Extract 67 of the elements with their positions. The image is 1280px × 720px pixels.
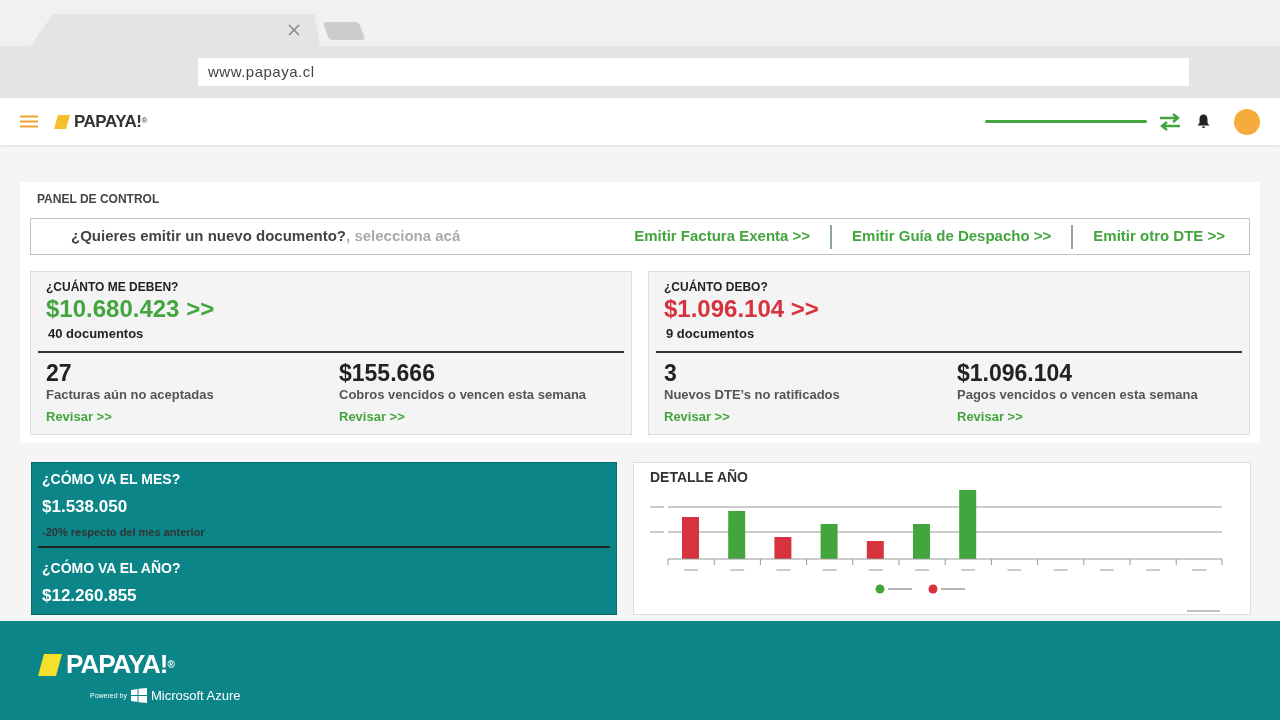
stat-value: $1.096.104 bbox=[957, 360, 1074, 385]
stat-label: Nuevos DTE’s no ratificados bbox=[664, 385, 841, 404]
stat-label: Facturas aún no aceptadas bbox=[46, 385, 215, 404]
progress-title: ¿CÓMO VA EL MES? bbox=[41, 469, 182, 490]
chart-bar bbox=[959, 490, 977, 560]
progress-note: -20% respecto del mes anterior bbox=[41, 524, 206, 540]
card-title: ¿CUÁNTO DEBO? bbox=[663, 278, 769, 296]
swap-arrows-icon[interactable] bbox=[1159, 112, 1181, 131]
tick-label-placeholder bbox=[1006, 569, 1022, 571]
tick-label-placeholder bbox=[1191, 569, 1207, 571]
chart-bar bbox=[866, 541, 884, 560]
review-link[interactable]: Revisar >> bbox=[957, 409, 1023, 425]
tick-label-placeholder bbox=[822, 569, 838, 571]
tick-label-placeholder bbox=[868, 569, 884, 571]
tick-label-placeholder bbox=[1053, 569, 1069, 571]
tick-label-placeholder bbox=[729, 569, 745, 571]
amount-link[interactable]: $1.096.104 >> bbox=[656, 296, 819, 323]
stat-label: Pagos vencidos o vencen esta semana bbox=[957, 385, 1199, 404]
logo-icon bbox=[38, 653, 62, 676]
windows-logo-icon bbox=[130, 688, 147, 704]
progress-title: ¿CÓMO VA EL AÑO? bbox=[41, 558, 182, 579]
review-link[interactable]: Revisar >> bbox=[339, 409, 405, 425]
amount-link[interactable]: $10.680.423 >> bbox=[38, 296, 215, 323]
platform-name: Microsoft Azure bbox=[150, 687, 241, 705]
action-link[interactable]: Emitir Guía de Despacho >> bbox=[852, 225, 1052, 248]
chart-bar bbox=[774, 537, 792, 560]
progress-value: $1.538.050 bbox=[41, 496, 129, 519]
prompt-text: ¿Quieres emitir un nuevo documento?, selecciona acá bbox=[71, 226, 461, 247]
legend-line bbox=[940, 588, 966, 590]
stat-value: 27 bbox=[46, 360, 73, 385]
action-link[interactable]: Emitir otro DTE >> bbox=[1093, 225, 1225, 248]
legend-dot bbox=[875, 584, 885, 594]
progress-value: $12.260.855 bbox=[41, 585, 138, 608]
menu-icon[interactable] bbox=[20, 115, 38, 128]
stat-label: Cobros vencidos o vencen esta semana bbox=[339, 385, 588, 404]
address-bar[interactable]: www.papaya.cl bbox=[198, 58, 1189, 86]
stat-value: 3 bbox=[664, 360, 678, 385]
chart-title: DETALLE AÑO bbox=[650, 468, 749, 488]
close-icon[interactable] bbox=[288, 24, 300, 36]
review-link[interactable]: Revisar >> bbox=[664, 409, 730, 425]
card-title: ¿CUÁNTO ME DEBEN? bbox=[45, 278, 180, 296]
chart-bar bbox=[682, 517, 699, 560]
panel-title: PANEL DE CONTROL bbox=[36, 191, 161, 208]
logo-icon bbox=[54, 114, 70, 129]
document-count: 40 documentos bbox=[47, 325, 145, 343]
new-tab-button[interactable] bbox=[322, 22, 366, 40]
y-tick-placeholder bbox=[650, 506, 665, 533]
tick-label-placeholder bbox=[960, 569, 976, 571]
chart-bar bbox=[728, 511, 746, 560]
footer-logo: PAPAYA!$^{®}$ bbox=[66, 648, 174, 681]
tick-label-placeholder bbox=[914, 569, 930, 571]
action-link[interactable]: Emitir Factura Exenta >> bbox=[634, 225, 811, 248]
legend-line bbox=[887, 588, 913, 590]
tick-label-placeholder bbox=[775, 569, 791, 571]
footer-rule bbox=[1186, 610, 1221, 612]
avatar[interactable] bbox=[1234, 108, 1260, 135]
chart-bar bbox=[820, 524, 838, 560]
tick-label-placeholder bbox=[1099, 569, 1115, 571]
tick-label-placeholder bbox=[1145, 569, 1161, 571]
document-count: 9 documentos bbox=[665, 325, 756, 343]
legend-dot bbox=[928, 584, 938, 594]
bell-icon[interactable] bbox=[1197, 114, 1210, 129]
stat-value: $155.666 bbox=[339, 360, 436, 385]
review-link[interactable]: Revisar >> bbox=[46, 409, 112, 425]
tick-label-placeholder bbox=[683, 569, 699, 571]
logo[interactable]: PAPAYA!$^{®}$ bbox=[74, 108, 147, 135]
chart-bar bbox=[913, 524, 930, 560]
